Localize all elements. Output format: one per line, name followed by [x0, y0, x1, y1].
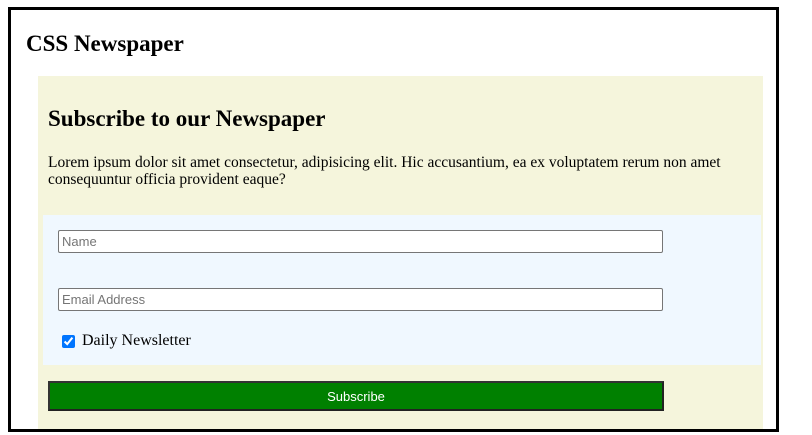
page-title: CSS Newspaper [26, 31, 184, 56]
newsletter-label: Daily Newsletter [82, 332, 191, 349]
subscribe-panel: Subscribe to our Newspaper Lorem ipsum d… [38, 76, 763, 429]
subscribe-description: Lorem ipsum dolor sit amet consectetur, … [48, 154, 721, 188]
newsletter-option: Daily Newsletter [59, 330, 191, 352]
subscribe-button[interactable]: Subscribe [48, 381, 664, 411]
email-input[interactable] [58, 288, 663, 311]
subscribe-heading: Subscribe to our Newspaper [48, 106, 326, 131]
page-frame: CSS Newspaper Subscribe to our Newspaper… [8, 7, 779, 432]
subscribe-form: Daily Newsletter [43, 215, 761, 365]
newsletter-checkbox[interactable] [62, 334, 75, 348]
name-input[interactable] [58, 230, 663, 253]
